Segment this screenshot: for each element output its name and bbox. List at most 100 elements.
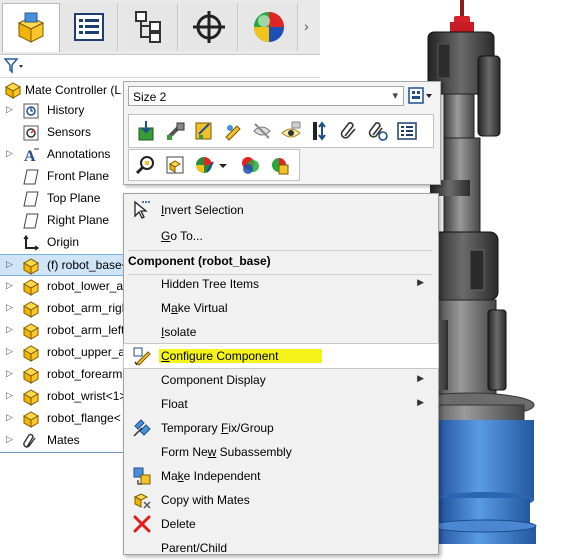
open-part-icon[interactable] bbox=[164, 154, 186, 176]
feature-manager-tabs: › bbox=[0, 0, 320, 55]
menu-item-isolate[interactable]: Isolate bbox=[124, 320, 438, 344]
expand-arrow-icon[interactable]: ▷ bbox=[6, 412, 16, 423]
expand-arrow-icon[interactable]: ▷ bbox=[6, 346, 16, 357]
menu-item-temporary-fix-group[interactable]: Temporary Fix/Group bbox=[124, 416, 438, 440]
chevron-right-icon[interactable]: › bbox=[304, 18, 309, 34]
menu-item-label: Isolate bbox=[161, 325, 197, 339]
menu-item-go-to[interactable]: Go To... bbox=[124, 224, 438, 248]
zoom-to-selection-icon[interactable] bbox=[135, 154, 157, 176]
configuration-value: Size 2 bbox=[133, 90, 167, 104]
tree-item-label: robot_forearm bbox=[47, 367, 123, 381]
filter-bar bbox=[0, 55, 320, 78]
menu-item-label: Go To... bbox=[161, 229, 203, 243]
annotations-icon: A bbox=[22, 146, 40, 165]
configuration-select[interactable]: Size 2 ▾ bbox=[128, 86, 404, 106]
tab-feature-manager[interactable] bbox=[2, 3, 60, 52]
part-icon bbox=[22, 257, 40, 275]
tree-item-label: Right Plane bbox=[47, 213, 110, 227]
fix-group-icon bbox=[133, 419, 151, 437]
context-menu: Invert Selection Go To... Component (rob… bbox=[123, 193, 439, 555]
origin-icon bbox=[22, 234, 40, 252]
configure-component-icon bbox=[133, 347, 151, 366]
menu-item-label: Parent/Child bbox=[161, 541, 228, 555]
linked-paperclip-icon[interactable] bbox=[367, 120, 389, 142]
expand-arrow-icon[interactable]: ▷ bbox=[6, 148, 16, 159]
expand-arrow-icon[interactable]: ▷ bbox=[6, 390, 16, 401]
smart-mate-icon[interactable] bbox=[164, 120, 186, 142]
display-states-icon[interactable] bbox=[268, 154, 290, 176]
delete-icon bbox=[133, 515, 151, 533]
menu-item-label: Make Virtual bbox=[161, 301, 228, 315]
part-icon bbox=[22, 410, 40, 428]
menu-item-label: Hidden Tree Items bbox=[161, 277, 260, 291]
expand-arrow-icon[interactable]: ▷ bbox=[6, 280, 16, 291]
menu-item-label: Make Independent bbox=[161, 469, 261, 483]
tree-item-label: Front Plane bbox=[47, 169, 110, 183]
configuration-options-button[interactable] bbox=[407, 85, 435, 107]
tree-item-label: robot_upper_a bbox=[47, 345, 126, 359]
hide-components-icon[interactable] bbox=[251, 120, 273, 142]
expand-arrow-icon[interactable]: ▷ bbox=[6, 324, 16, 335]
filter-icon[interactable] bbox=[4, 58, 26, 74]
move-component-icon[interactable] bbox=[309, 120, 331, 142]
menu-item-parent-child[interactable]: Parent/Child bbox=[124, 536, 438, 560]
crosshair-icon bbox=[193, 11, 225, 43]
menu-item-configure-component[interactable]: Configure Component bbox=[123, 343, 439, 369]
display-manager-icon bbox=[254, 12, 284, 42]
mates-icon bbox=[22, 432, 40, 450]
menu-item-form-new-subassembly[interactable]: Form New Subassembly bbox=[124, 440, 438, 464]
menu-item-label: Float bbox=[161, 397, 188, 411]
tab-dimxpert-manager[interactable] bbox=[181, 3, 238, 51]
appearance-dropdown-icon[interactable] bbox=[217, 154, 229, 176]
configuration-manager-icon bbox=[135, 11, 161, 43]
paperclip-icon[interactable] bbox=[338, 120, 360, 142]
part-icon bbox=[22, 344, 40, 362]
expand-arrow-icon[interactable]: ▷ bbox=[6, 104, 16, 115]
edit-feature-icon[interactable] bbox=[222, 120, 244, 142]
menu-item-make-independent[interactable]: Make Independent bbox=[124, 464, 438, 488]
part-icon bbox=[22, 388, 40, 406]
edit-part-icon[interactable] bbox=[193, 120, 215, 142]
menu-item-delete[interactable]: Delete bbox=[124, 512, 438, 536]
tree-item-label: Sensors bbox=[47, 125, 92, 139]
menu-item-component-display[interactable]: Component Display ▶ bbox=[124, 368, 438, 392]
submenu-arrow-icon: ▶ bbox=[417, 277, 424, 287]
change-transparency-icon[interactable] bbox=[280, 120, 302, 142]
tree-item-label: robot_arm_left bbox=[47, 323, 125, 337]
expand-arrow-icon[interactable]: ▷ bbox=[6, 368, 16, 379]
menu-item-float[interactable]: Float ▶ bbox=[124, 392, 438, 416]
sensors-icon bbox=[22, 124, 40, 142]
menu-item-label: Configure Component bbox=[159, 349, 323, 363]
tree-item-label: robot_flange< bbox=[47, 411, 121, 425]
expand-arrow-icon[interactable]: ▷ bbox=[6, 259, 16, 270]
tree-item-label: Origin bbox=[47, 235, 80, 249]
menu-item-copy-with-mates[interactable]: Copy with Mates bbox=[124, 488, 438, 512]
expand-arrow-icon[interactable]: ▷ bbox=[6, 434, 16, 445]
tab-display-manager[interactable] bbox=[241, 3, 298, 51]
menu-item-hidden-tree-items[interactable]: Hidden Tree Items ▶ bbox=[124, 272, 438, 296]
tree-item-label: robot_wrist<1> bbox=[47, 389, 127, 403]
make-independent-icon bbox=[133, 467, 151, 485]
chevron-down-icon: ▾ bbox=[392, 90, 398, 102]
expand-arrow-icon[interactable]: ▷ bbox=[6, 302, 16, 313]
menu-item-label: Delete bbox=[161, 517, 196, 531]
menu-header-label: Component (robot_base) bbox=[128, 254, 271, 268]
tree-root[interactable]: Mate Controller (L bbox=[4, 81, 121, 99]
copy-with-mates-icon bbox=[133, 493, 151, 509]
plane-icon bbox=[22, 168, 40, 186]
insert-component-icon[interactable] bbox=[135, 120, 157, 142]
appearance-icon[interactable] bbox=[193, 154, 215, 176]
tree-item-label: Mates bbox=[47, 433, 80, 447]
component-appearance-icon[interactable] bbox=[239, 154, 261, 176]
menu-item-invert-selection[interactable]: Invert Selection bbox=[124, 198, 438, 222]
menu-item-make-virtual[interactable]: Make Virtual bbox=[124, 296, 438, 320]
tree-item-label: History bbox=[47, 103, 85, 117]
svg-text:A: A bbox=[24, 148, 36, 164]
properties-icon[interactable] bbox=[396, 120, 418, 142]
tab-configuration-manager[interactable] bbox=[121, 3, 178, 51]
part-icon bbox=[22, 322, 40, 340]
tree-separator bbox=[0, 452, 128, 453]
menu-item-label: Temporary Fix/Group bbox=[161, 421, 274, 435]
submenu-arrow-icon: ▶ bbox=[417, 373, 424, 383]
tab-property-manager[interactable] bbox=[61, 3, 118, 51]
